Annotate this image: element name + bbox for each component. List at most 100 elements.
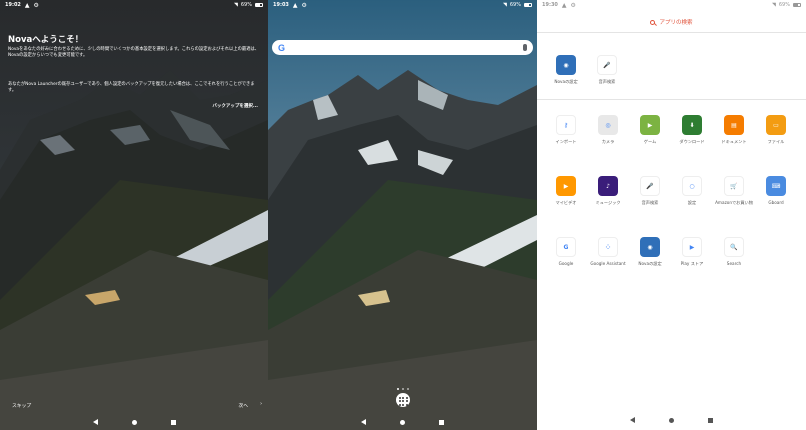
status-time: 19:03: [273, 2, 289, 8]
app-glyph-icon: ▶: [682, 237, 702, 257]
divider: [537, 99, 806, 100]
app-search-bar[interactable]: アプリの検索: [537, 16, 806, 28]
select-backup-button[interactable]: バックアップを選択...: [212, 103, 258, 109]
app-label: ドキュメント: [721, 139, 747, 144]
backup-text: あなたがNova Launcherの既存ユーザーであり、個人設定のバックアップを…: [8, 82, 255, 93]
warning-icon: ▲: [561, 1, 567, 9]
app-label: ファイル: [767, 139, 785, 144]
navigation-bar: [268, 414, 537, 430]
app-label: Google Assistant: [590, 261, 626, 266]
app-glyph-icon: ⁘: [598, 237, 618, 257]
status-bar: 19:03 ▲ ⚙ ◥ 69%: [268, 0, 537, 10]
app-glyph-icon: 🎤: [597, 55, 617, 75]
google-logo-icon: G: [278, 42, 286, 53]
app-glyph-icon: ◉: [556, 55, 576, 75]
wifi-icon: ◥: [772, 2, 776, 8]
back-icon[interactable]: [361, 419, 366, 425]
app-search-label: アプリの検索: [659, 20, 693, 26]
app-label: Search: [726, 261, 742, 266]
battery-icon: [255, 3, 263, 7]
app-icon-14[interactable]: ◉ Novaの設定: [630, 237, 670, 267]
app-icon-4[interactable]: ▤ ドキュメント: [714, 115, 754, 145]
app-icon-1[interactable]: ◎ カメラ: [588, 115, 628, 145]
wallpaper: [0, 0, 268, 430]
settings-icon: ⚙: [33, 1, 39, 9]
status-time: 19:30: [542, 2, 558, 8]
app-drawer-screen: 19:30 ▲ ⚙ ◥ 69% アプリの検索 ◉ Novaの設定 🎤 音声検索 ⚷ イン…: [537, 0, 806, 430]
app-icon-10[interactable]: 🛒 Amazonでお買い物: [714, 176, 754, 206]
app-label: マイビデオ: [555, 200, 577, 205]
app-icon-15[interactable]: ▶ Play ストア: [672, 237, 712, 267]
app-label: Novaの設定: [554, 79, 578, 84]
welcome-title: Novaへようこそ！: [8, 35, 84, 45]
page-indicator: [268, 388, 537, 390]
app-icon-6[interactable]: ▶ マイビデオ: [546, 176, 586, 206]
divider: [537, 32, 806, 33]
app-label: Gboard: [768, 200, 784, 205]
status-bar: 19:30 ▲ ⚙ ◥ 69%: [537, 0, 806, 10]
app-icon-7[interactable]: ♪ ミュージック: [588, 176, 628, 206]
wifi-icon: ◥: [234, 2, 238, 8]
chevron-right-icon: ›: [260, 402, 262, 407]
microphone-icon[interactable]: [523, 44, 527, 51]
next-button[interactable]: 次へ ›: [238, 402, 262, 409]
wifi-icon: ◥: [503, 2, 507, 8]
skip-button[interactable]: スキップ: [12, 402, 31, 409]
home-icon[interactable]: [131, 419, 137, 425]
status-bar: 19:02 ▲ ⚙ ◥ 69%: [0, 0, 268, 10]
app-icon-16[interactable]: 🔍 Search: [714, 237, 754, 266]
app-icon-12[interactable]: G Google: [546, 237, 586, 266]
recents-icon[interactable]: [439, 419, 444, 425]
home-screen: 19:03 ▲ ⚙ ◥ 69% G: [268, 0, 537, 430]
app-label: ゲーム: [643, 139, 657, 144]
app-icon-5[interactable]: ▭ ファイル: [756, 115, 796, 145]
settings-icon: ⚙: [570, 1, 576, 9]
app-glyph-icon: ⬇: [682, 115, 702, 135]
recents-icon[interactable]: [708, 417, 713, 423]
app-glyph-icon: ▤: [724, 115, 744, 135]
app-glyph-icon: 🛒: [724, 176, 744, 196]
app-glyph-icon: ▶: [556, 176, 576, 196]
home-icon[interactable]: [669, 417, 674, 423]
app-label: Play ストア: [680, 261, 704, 266]
home-icon[interactable]: [400, 419, 405, 425]
app-label: Google: [558, 261, 574, 266]
app-drawer-button[interactable]: [395, 393, 410, 407]
search-icon: [650, 19, 656, 25]
battery-percent: 69%: [240, 2, 252, 8]
warning-icon: ▲: [24, 1, 30, 9]
battery-percent: 69%: [509, 2, 521, 8]
app-icon-11[interactable]: ⌨ Gboard: [756, 176, 796, 205]
app-icon-9[interactable]: ○ 設定: [672, 176, 712, 206]
back-icon[interactable]: [92, 419, 98, 425]
app-label: ダウンロード: [679, 139, 705, 144]
app-icon-13[interactable]: ⁘ Google Assistant: [588, 237, 628, 266]
app-glyph-icon: 🎤: [640, 176, 660, 196]
app-glyph-icon: ▶: [640, 115, 660, 135]
app-glyph-icon: ▭: [766, 115, 786, 135]
navigation-bar: [0, 414, 268, 430]
page-dot: [396, 388, 399, 390]
recents-icon[interactable]: [170, 419, 176, 425]
battery-icon: [524, 3, 532, 7]
app-icon-0[interactable]: ⚷ インポート: [546, 115, 586, 145]
next-label: 次へ: [238, 404, 249, 409]
back-icon[interactable]: [630, 417, 635, 423]
app-icon-3[interactable]: ⬇ ダウンロード: [672, 115, 712, 145]
page-dot: [406, 388, 409, 390]
page-dot: [401, 388, 404, 390]
app-glyph-icon: ♪: [598, 176, 618, 196]
app-icon-8[interactable]: 🎤 音声検索: [630, 176, 670, 206]
app-icon-1[interactable]: 🎤 音声検索: [587, 55, 627, 85]
app-label: カメラ: [601, 139, 615, 144]
app-label: Novaの設定: [638, 261, 662, 266]
app-icon-2[interactable]: ▶ ゲーム: [630, 115, 670, 145]
app-glyph-icon: ◉: [640, 237, 660, 257]
mountain-wallpaper: [268, 70, 537, 430]
app-glyph-icon: G: [556, 237, 576, 257]
app-icon-0[interactable]: ◉ Novaの設定: [546, 55, 586, 85]
mountain-wallpaper: [0, 70, 268, 430]
battery-percent: 69%: [778, 2, 790, 8]
google-search-bar[interactable]: G: [272, 40, 533, 55]
app-label: インポート: [555, 139, 577, 144]
